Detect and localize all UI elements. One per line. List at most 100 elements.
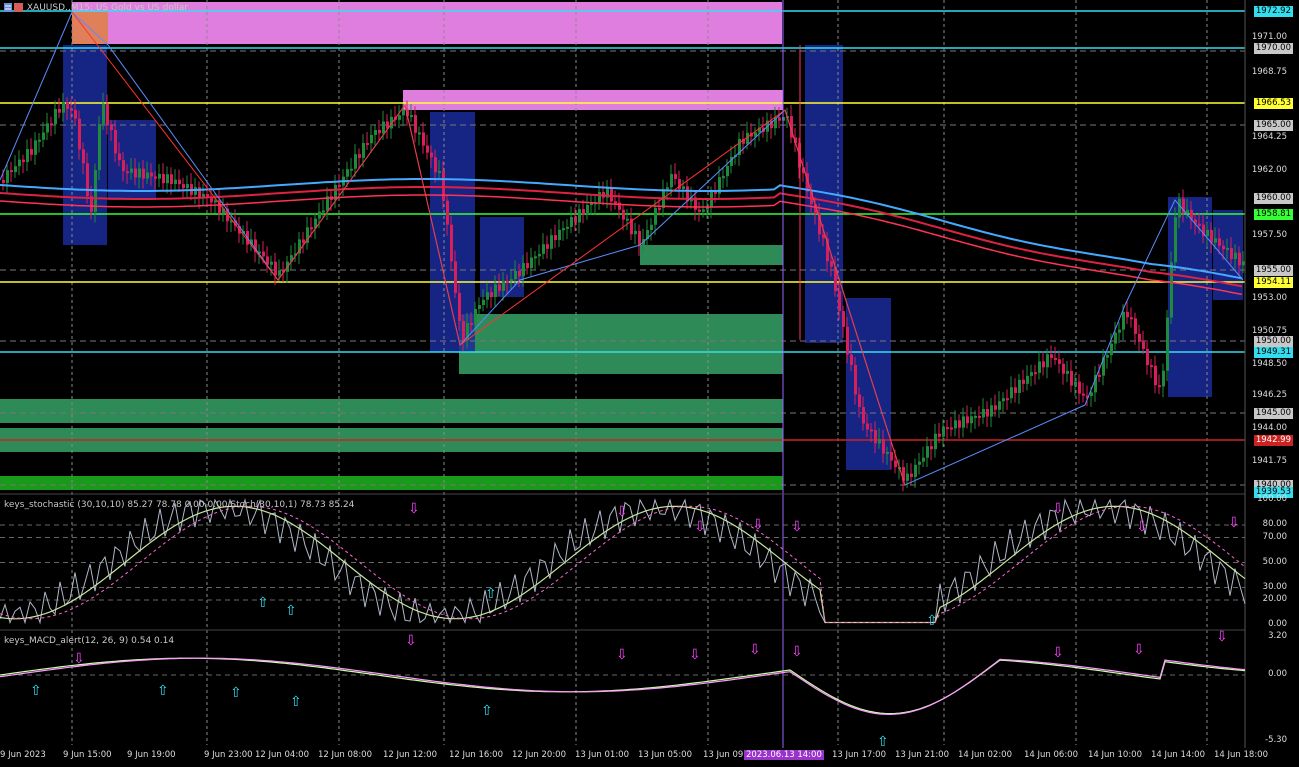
price-axis-label: 1957.50 xyxy=(1251,230,1287,240)
candle-body xyxy=(578,209,581,223)
down-arrow-icon: ⇩ xyxy=(689,647,701,663)
candle-body xyxy=(930,446,933,450)
candle-body xyxy=(894,460,897,468)
candle-body xyxy=(570,217,573,227)
down-arrow-icon: ⇩ xyxy=(791,644,803,660)
candle-body xyxy=(722,176,725,179)
candle-body xyxy=(46,123,49,133)
candle-body xyxy=(534,256,537,259)
price-tag: 1970.00 xyxy=(1253,43,1293,54)
candle-body xyxy=(1034,372,1037,375)
candle-body xyxy=(674,174,677,179)
trading-chart[interactable]: XAUUSD.,M15: US Gold vs US dollar keys_s… xyxy=(0,0,1299,767)
candle-body xyxy=(410,115,413,118)
candle-body xyxy=(430,152,433,158)
candle-body xyxy=(926,446,929,458)
candle-body xyxy=(110,125,113,131)
up-arrow-icon: ⇧ xyxy=(481,703,493,719)
time-axis-label: 13 Jun 21:00 xyxy=(895,750,949,760)
stoch-axis-label: 70.00 xyxy=(1262,531,1287,542)
candle-body xyxy=(850,354,853,366)
candle-body xyxy=(138,168,141,178)
stoch-axis-label: 30.00 xyxy=(1262,581,1287,592)
stoch-axis-label: 80.00 xyxy=(1262,519,1287,529)
candle-body xyxy=(978,415,981,418)
chart-canvas[interactable] xyxy=(0,0,1299,767)
candle-body xyxy=(778,117,781,121)
candle-body xyxy=(70,108,73,111)
candle-body xyxy=(962,416,965,428)
candle-body xyxy=(158,173,161,179)
up-arrow-icon: ⇧ xyxy=(926,613,938,629)
price-tag: 1965.00 xyxy=(1253,120,1293,131)
candle-body xyxy=(526,263,529,269)
candle-body xyxy=(454,261,457,293)
stoch-axis-label: 0.00 xyxy=(1268,619,1287,629)
macd-axis-label: 3.20 xyxy=(1268,631,1287,641)
candle-body xyxy=(582,209,585,215)
candle-body xyxy=(434,157,437,173)
candle-body xyxy=(130,168,133,173)
candle-body xyxy=(726,165,729,177)
candle-body xyxy=(942,427,945,437)
candle-body xyxy=(486,292,489,300)
candle-body xyxy=(866,423,869,430)
candle-body xyxy=(654,207,657,225)
price-tag: 1945.00 xyxy=(1253,408,1293,419)
candle-body xyxy=(958,420,961,428)
candle-body xyxy=(966,416,969,424)
time-axis-label: 9 Jun 15:00 xyxy=(63,750,112,760)
candle-body xyxy=(622,209,625,220)
candle-body xyxy=(482,299,485,305)
price-axis-label: 1968.75 xyxy=(1251,67,1287,77)
candle-body xyxy=(538,253,541,257)
candle-body xyxy=(1002,398,1005,402)
candle-body xyxy=(862,407,865,424)
candle-body xyxy=(1054,357,1057,360)
candle-body xyxy=(922,457,925,462)
candle-body xyxy=(50,123,53,126)
price-tag: 1954.11 xyxy=(1253,277,1293,288)
up-arrow-icon: ⇧ xyxy=(230,685,242,701)
candle-body xyxy=(542,244,545,254)
candle-body xyxy=(1230,247,1233,260)
candle-body xyxy=(278,270,281,276)
time-axis-label: 12 Jun 12:00 xyxy=(383,750,437,760)
candle-body xyxy=(938,433,941,437)
candle-body xyxy=(518,270,521,277)
stoch-main-line xyxy=(0,505,1246,624)
candle-body xyxy=(274,261,277,276)
candle-body xyxy=(842,311,845,327)
candle-body xyxy=(910,473,913,477)
candle-body xyxy=(1158,385,1161,388)
candle-body xyxy=(22,159,25,163)
candle-body xyxy=(1070,370,1073,386)
candle-body xyxy=(1170,262,1173,318)
candle-body xyxy=(262,251,265,257)
candle-body xyxy=(598,192,601,203)
price-tag: 1950.00 xyxy=(1253,336,1293,347)
up-arrow-icon: ⇧ xyxy=(157,683,169,699)
time-axis-label: 9 Jun 2023 xyxy=(0,750,46,760)
candle-body xyxy=(510,279,513,282)
time-axis-label: 13 Jun 05:00 xyxy=(638,750,692,760)
time-axis-label: 12 Jun 04:00 xyxy=(255,750,309,760)
down-arrow-icon: ⇩ xyxy=(73,651,85,667)
price-tag: 1966.53 xyxy=(1253,98,1293,109)
candle-body xyxy=(846,326,849,355)
down-arrow-icon: ⇩ xyxy=(408,501,420,517)
candle-body xyxy=(658,207,661,210)
candle-body xyxy=(74,110,77,119)
price-tag: 1972.92 xyxy=(1253,6,1293,17)
candle-body xyxy=(838,291,841,312)
candle-body xyxy=(6,170,9,183)
price-axis-label: 1941.75 xyxy=(1251,456,1287,466)
candle-body xyxy=(986,408,989,417)
candle-body xyxy=(470,323,473,326)
candle-body xyxy=(350,168,353,171)
candle-body xyxy=(886,451,889,454)
moving-average xyxy=(0,186,1243,288)
time-axis-label: 13 Jun 01:00 xyxy=(575,750,629,760)
candle-body xyxy=(1090,392,1093,396)
candle-body xyxy=(1150,365,1153,368)
